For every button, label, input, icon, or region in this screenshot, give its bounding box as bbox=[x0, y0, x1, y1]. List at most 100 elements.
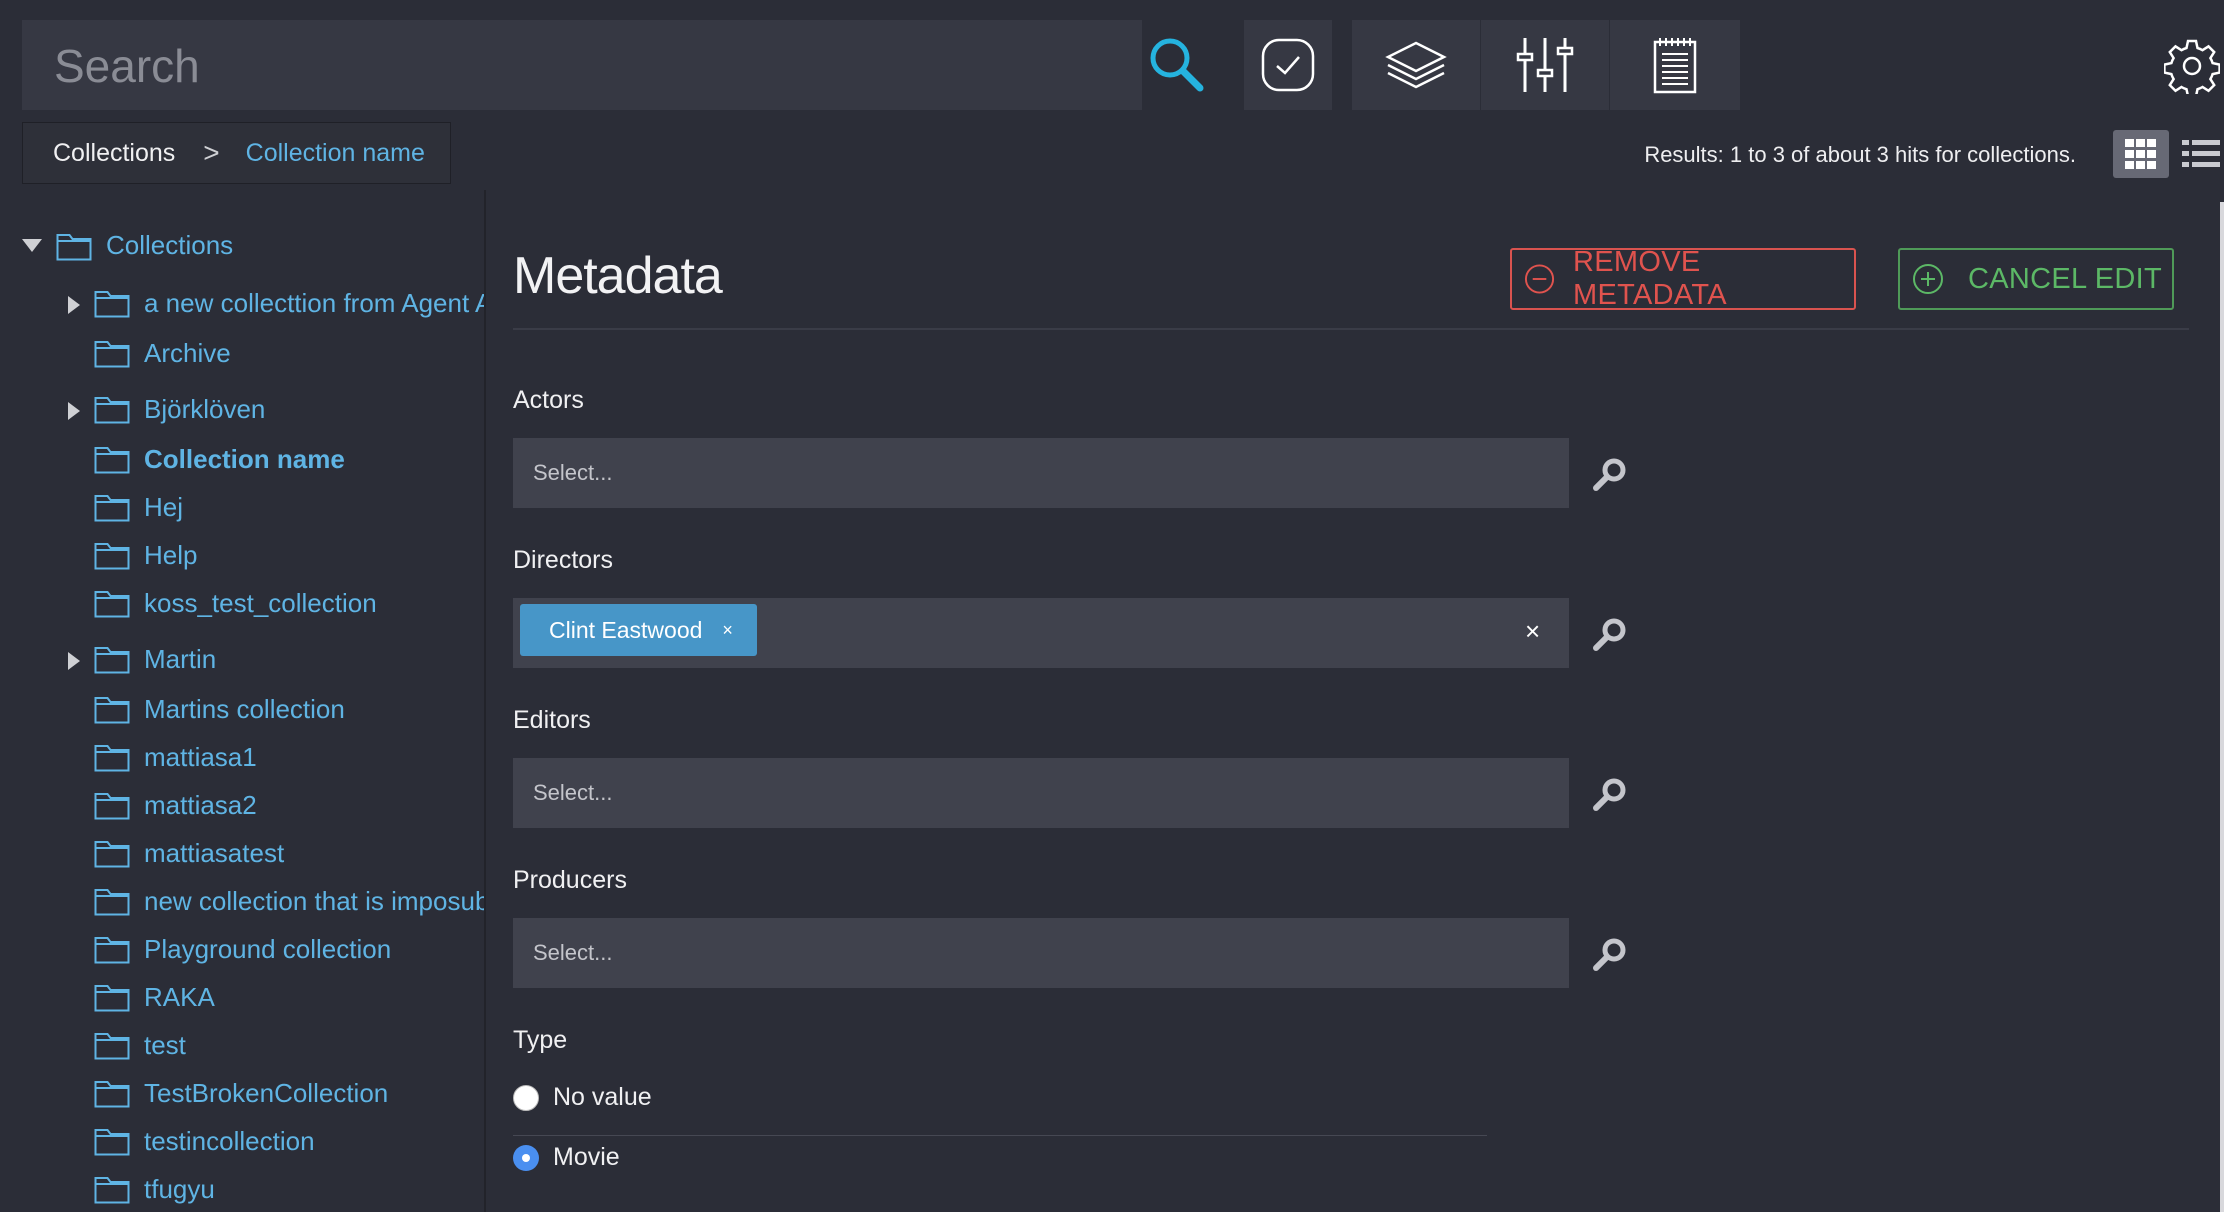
directors-clear-button[interactable]: × bbox=[1525, 616, 1540, 647]
tree-item-label: testincollection bbox=[144, 1126, 315, 1156]
tree-item-label: koss_test_collection bbox=[144, 588, 377, 618]
actors-label: Actors bbox=[513, 386, 584, 414]
tree-item-label: Martins collection bbox=[144, 694, 345, 724]
type-label: Type bbox=[513, 1026, 568, 1054]
layers-icon bbox=[1385, 41, 1447, 89]
actors-lookup-icon[interactable] bbox=[1592, 456, 1628, 492]
editors-placeholder: Select... bbox=[533, 780, 613, 805]
search-icon[interactable] bbox=[1146, 34, 1208, 96]
search-box bbox=[22, 20, 1142, 110]
title-divider bbox=[513, 328, 2189, 330]
layers-button[interactable] bbox=[1352, 20, 1480, 110]
search-input[interactable] bbox=[52, 34, 776, 98]
option-divider bbox=[513, 1135, 1487, 1136]
breadcrumb-separator: > bbox=[203, 137, 220, 168]
type-option-label: No value bbox=[553, 1083, 652, 1111]
notes-button[interactable] bbox=[1610, 20, 1740, 110]
tree-item-label: Martin bbox=[144, 644, 217, 674]
editors-lookup-icon[interactable] bbox=[1592, 776, 1628, 812]
folder-icon bbox=[94, 841, 130, 868]
radio-button[interactable] bbox=[513, 1084, 539, 1111]
actors-select[interactable]: Select... bbox=[513, 438, 1569, 508]
folder-icon bbox=[94, 543, 130, 570]
folder-icon bbox=[56, 233, 92, 260]
folder-icon bbox=[94, 1033, 130, 1060]
grid-view-button[interactable] bbox=[2113, 130, 2169, 178]
tree-item-label: Collection name bbox=[144, 444, 345, 474]
editors-select[interactable]: Select... bbox=[513, 758, 1569, 828]
producers-select[interactable]: Select... bbox=[513, 918, 1569, 988]
tree-item-label: Hej bbox=[144, 492, 184, 522]
collections-tree: Collections a new collecttion from Agent… bbox=[0, 190, 486, 1212]
tree-item-label: new collection that is imposub bbox=[144, 886, 486, 916]
folder-icon bbox=[94, 647, 130, 674]
folder-icon bbox=[94, 745, 130, 772]
tree-item-label: Playground collection bbox=[144, 934, 392, 964]
tree-item-label: Archive bbox=[144, 338, 231, 368]
caret-right-icon[interactable] bbox=[68, 296, 80, 314]
tree-item-label: Björklöven bbox=[144, 394, 266, 424]
type-option-no-value[interactable]: No value bbox=[513, 1083, 652, 1112]
folder-icon bbox=[94, 495, 130, 522]
plus-circle-icon bbox=[1913, 264, 1943, 294]
radio-button-selected[interactable] bbox=[513, 1144, 539, 1171]
tree-item-label: TestBrokenCollection bbox=[144, 1078, 389, 1108]
folder-icon bbox=[94, 889, 130, 916]
cancel-edit-label: CANCEL EDIT bbox=[1968, 262, 2162, 295]
director-tag: Clint Eastwood × bbox=[520, 604, 757, 656]
folder-icon bbox=[94, 697, 130, 724]
folder-icon bbox=[94, 291, 130, 318]
tree-item-label: mattiasa2 bbox=[144, 790, 257, 820]
tree-item-label: mattiasa1 bbox=[144, 742, 257, 772]
folder-icon bbox=[94, 1129, 130, 1156]
sliders-icon bbox=[1516, 38, 1574, 92]
folder-icon bbox=[94, 793, 130, 820]
minus-circle-icon bbox=[1524, 264, 1555, 294]
folder-icon bbox=[94, 1177, 130, 1204]
metadata-panel: Metadata REMOVE METADATA CANCEL EDIT Act… bbox=[486, 190, 2224, 1212]
editors-label: Editors bbox=[513, 706, 591, 734]
folder-icon bbox=[94, 591, 130, 618]
grid-icon bbox=[2125, 139, 2156, 169]
directors-label: Directors bbox=[513, 546, 614, 574]
check-circle-icon bbox=[1261, 38, 1315, 92]
tree-item-label: RAKA bbox=[144, 982, 215, 1012]
remove-metadata-label: REMOVE METADATA bbox=[1573, 246, 1727, 311]
caret-right-icon[interactable] bbox=[68, 402, 80, 420]
director-tag-label: Clint Eastwood bbox=[549, 616, 703, 643]
tree-root-collections[interactable]: Collections bbox=[22, 230, 233, 261]
breadcrumb-root[interactable]: Collections bbox=[53, 139, 175, 168]
folder-icon bbox=[94, 397, 130, 424]
filters-button[interactable] bbox=[1481, 20, 1609, 110]
type-option-label: Movie bbox=[553, 1143, 620, 1171]
producers-placeholder: Select... bbox=[533, 940, 613, 965]
top-toolbar bbox=[22, 20, 1741, 110]
producers-lookup-icon[interactable] bbox=[1592, 936, 1628, 972]
folder-icon bbox=[94, 985, 130, 1012]
tree-item-label: a new collecttion from Agent As bbox=[144, 288, 486, 318]
gear-icon[interactable] bbox=[2163, 38, 2221, 98]
scrollbar[interactable] bbox=[2220, 202, 2224, 1212]
check-button[interactable] bbox=[1244, 20, 1332, 110]
producers-label: Producers bbox=[513, 866, 627, 894]
breadcrumb-current[interactable]: Collection name bbox=[246, 139, 425, 168]
results-count: Results: 1 to 3 of about 3 hits for coll… bbox=[1644, 142, 2076, 167]
tree-item-label: Help bbox=[144, 540, 198, 570]
folder-icon bbox=[94, 447, 130, 474]
tree-root-label: Collections bbox=[106, 230, 234, 260]
folder-icon bbox=[94, 937, 130, 964]
folder-icon bbox=[94, 341, 130, 368]
cancel-edit-button[interactable]: CANCEL EDIT bbox=[1898, 248, 2174, 310]
remove-metadata-button[interactable]: REMOVE METADATA bbox=[1510, 246, 1856, 311]
tree-item-label: test bbox=[144, 1030, 186, 1060]
list-icon bbox=[2182, 140, 2220, 167]
caret-down-icon[interactable] bbox=[22, 238, 42, 253]
directors-select[interactable]: Clint Eastwood × × bbox=[513, 598, 1569, 668]
type-option-movie[interactable]: Movie bbox=[513, 1143, 620, 1172]
director-tag-remove[interactable]: × bbox=[722, 620, 733, 641]
directors-lookup-icon[interactable] bbox=[1592, 616, 1628, 652]
page-title: Metadata bbox=[513, 247, 723, 305]
caret-right-icon[interactable] bbox=[68, 652, 80, 670]
list-view-button[interactable] bbox=[2182, 136, 2220, 172]
actors-placeholder: Select... bbox=[533, 460, 613, 485]
